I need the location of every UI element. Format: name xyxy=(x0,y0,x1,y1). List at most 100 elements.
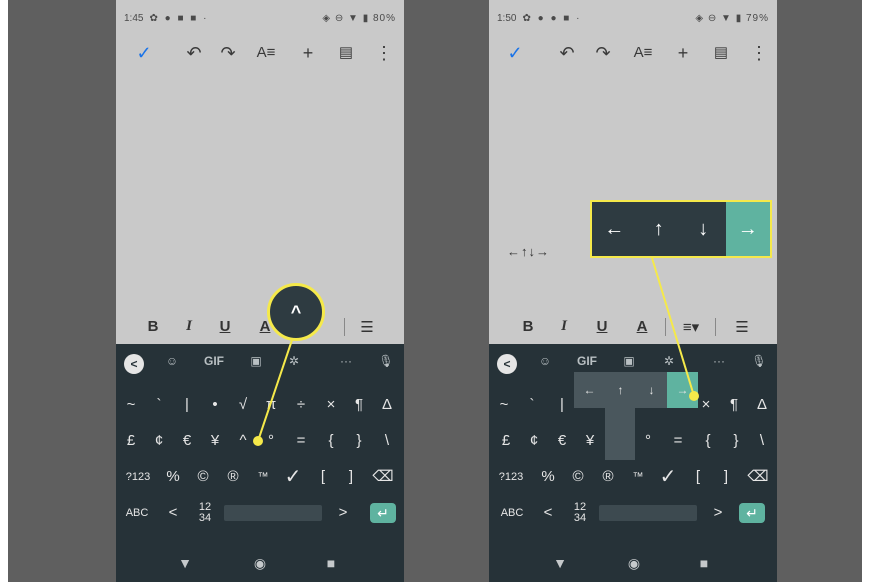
key-cent[interactable]: ¢ xyxy=(146,426,172,456)
key-greater-than[interactable]: > xyxy=(705,498,731,528)
done-check-icon[interactable]: ✓ xyxy=(503,40,527,66)
key-less-than[interactable]: < xyxy=(535,498,561,528)
key-fraction[interactable]: 12 34 xyxy=(567,498,593,528)
gif-button[interactable]: GIF xyxy=(575,354,599,368)
key-registered[interactable]: ® xyxy=(220,462,246,492)
backspace-icon[interactable]: ⌫ xyxy=(745,462,771,492)
key-right-bracket[interactable]: ] xyxy=(713,462,739,492)
key-right-brace[interactable]: } xyxy=(346,426,372,456)
list-button[interactable]: ☰ xyxy=(356,318,378,336)
more-menu-icon[interactable]: ⋮ xyxy=(372,40,396,66)
key-delta[interactable]: Δ xyxy=(374,390,400,420)
nav-home-icon[interactable]: ◉ xyxy=(625,555,643,572)
key-cent[interactable]: ¢ xyxy=(521,426,547,456)
clipboard-icon[interactable]: ▣ xyxy=(244,354,268,368)
comment-icon[interactable]: ▤ xyxy=(334,40,358,66)
text-format-icon[interactable]: A≡ xyxy=(254,40,278,66)
keyboard-back-button[interactable]: < xyxy=(497,354,517,374)
key-backtick[interactable]: ` xyxy=(519,390,545,420)
key-euro[interactable]: € xyxy=(549,426,575,456)
key-trademark[interactable]: ™ xyxy=(250,462,276,492)
key-euro[interactable]: € xyxy=(174,426,200,456)
key-left-bracket[interactable]: [ xyxy=(310,462,336,492)
key-pi[interactable]: π xyxy=(258,390,284,420)
key-bullet[interactable]: • xyxy=(202,390,228,420)
text-color-button[interactable]: A xyxy=(631,318,653,335)
key-yen[interactable]: ¥ xyxy=(202,426,228,456)
gif-button[interactable]: GIF xyxy=(202,354,226,368)
key-degree[interactable]: ° xyxy=(635,426,661,456)
key-abc[interactable]: ABC xyxy=(497,498,527,528)
nav-home-icon[interactable]: ◉ xyxy=(251,555,269,572)
key-equals[interactable]: = xyxy=(288,426,314,456)
sticker-icon[interactable]: ☺ xyxy=(160,354,184,368)
key-equals[interactable]: = xyxy=(665,426,691,456)
align-dropdown[interactable]: ≡▾ xyxy=(675,318,707,336)
key-sqrt[interactable]: √ xyxy=(230,390,256,420)
key-trademark[interactable]: ™ xyxy=(625,462,651,492)
key-divide[interactable]: ÷ xyxy=(288,390,314,420)
underline-button[interactable]: U xyxy=(214,318,236,335)
key-right-bracket[interactable]: ] xyxy=(338,462,364,492)
settings-gear-icon[interactable]: ✲ xyxy=(657,354,681,368)
popup-right-arrow[interactable]: → xyxy=(667,372,698,408)
undo-icon[interactable]: ↶ xyxy=(555,40,579,66)
settings-gear-icon[interactable]: ✲ xyxy=(282,354,306,368)
key-pipe[interactable]: | xyxy=(549,390,575,420)
key-pilcrow[interactable]: ¶ xyxy=(346,390,372,420)
key-left-brace[interactable]: { xyxy=(318,426,344,456)
redo-icon[interactable]: ↷ xyxy=(216,40,240,66)
key-numbers[interactable]: ?123 xyxy=(493,462,529,492)
key-right-brace[interactable]: } xyxy=(723,426,749,456)
more-options-button[interactable]: ··· xyxy=(334,354,358,368)
undo-icon[interactable]: ↶ xyxy=(182,40,206,66)
redo-icon[interactable]: ↷ xyxy=(591,40,615,66)
nav-back-icon[interactable]: ▼ xyxy=(176,555,194,571)
clipboard-icon[interactable]: ▣ xyxy=(617,354,641,368)
insert-plus-icon[interactable]: + xyxy=(671,40,695,66)
spacebar[interactable] xyxy=(224,505,322,521)
bold-button[interactable]: B xyxy=(517,318,539,335)
italic-button[interactable]: I xyxy=(553,318,575,335)
key-backslash[interactable]: \ xyxy=(374,426,400,456)
done-check-icon[interactable]: ✓ xyxy=(132,40,156,66)
microphone-icon[interactable]: 🎙 xyxy=(747,354,771,368)
key-backslash[interactable]: \ xyxy=(749,426,775,456)
keyboard-back-button[interactable]: < xyxy=(124,354,144,374)
list-button[interactable]: ☰ xyxy=(731,318,753,336)
key-numbers[interactable]: ?123 xyxy=(120,462,156,492)
more-menu-icon[interactable]: ⋮ xyxy=(747,40,771,66)
insert-plus-icon[interactable]: + xyxy=(296,40,320,66)
enter-key[interactable]: ↵ xyxy=(370,503,396,523)
document-body-text[interactable]: ←↑↓→ xyxy=(507,244,550,259)
key-abc[interactable]: ABC xyxy=(122,498,152,528)
key-left-bracket[interactable]: [ xyxy=(685,462,711,492)
key-tilde[interactable]: ~ xyxy=(491,390,517,420)
key-tilde[interactable]: ~ xyxy=(118,390,144,420)
sticker-icon[interactable]: ☺ xyxy=(533,354,557,368)
key-pound[interactable]: £ xyxy=(493,426,519,456)
nav-back-icon[interactable]: ▼ xyxy=(551,555,569,571)
more-options-button[interactable]: ··· xyxy=(707,354,731,368)
popup-up-arrow[interactable]: ↑ xyxy=(605,372,636,408)
enter-key[interactable]: ↵ xyxy=(739,503,765,523)
key-fraction[interactable]: 12 34 xyxy=(192,498,218,528)
comment-icon[interactable]: ▤ xyxy=(709,40,733,66)
key-checkmark[interactable]: ✓ xyxy=(280,462,306,492)
italic-button[interactable]: I xyxy=(178,318,200,335)
key-percent[interactable]: % xyxy=(535,462,561,492)
underline-button[interactable]: U xyxy=(591,318,613,335)
key-copyright[interactable]: © xyxy=(190,462,216,492)
backspace-icon[interactable]: ⌫ xyxy=(370,462,396,492)
nav-recents-icon[interactable]: ■ xyxy=(322,555,340,571)
key-registered[interactable]: ® xyxy=(595,462,621,492)
key-yen[interactable]: ¥ xyxy=(577,426,603,456)
key-pilcrow[interactable]: ¶ xyxy=(721,390,747,420)
spacebar[interactable] xyxy=(599,505,697,521)
key-left-brace[interactable]: { xyxy=(695,426,721,456)
key-multiply[interactable]: × xyxy=(318,390,344,420)
text-format-icon[interactable]: A≡ xyxy=(631,40,655,66)
key-checkmark[interactable]: ✓ xyxy=(655,462,681,492)
key-greater-than[interactable]: > xyxy=(330,498,356,528)
key-percent[interactable]: % xyxy=(160,462,186,492)
